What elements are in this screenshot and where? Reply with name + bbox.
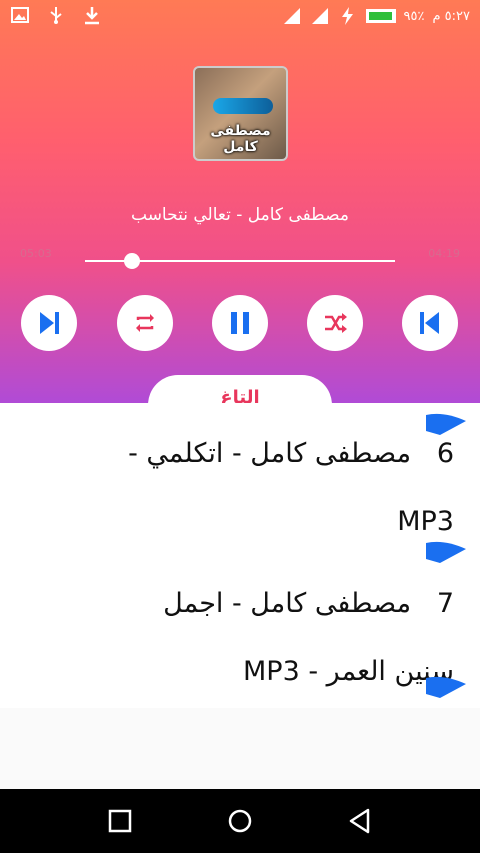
track-number: 7 bbox=[436, 588, 454, 619]
system-navbar bbox=[0, 789, 480, 853]
duration-time: 04:19 bbox=[428, 247, 460, 260]
track-title: مصطفى كامل - اجمل bbox=[163, 588, 412, 619]
recents-icon bbox=[108, 809, 132, 833]
next-button[interactable] bbox=[21, 295, 77, 351]
home-icon bbox=[228, 809, 252, 833]
seek-thumb[interactable] bbox=[123, 253, 140, 269]
home-button[interactable] bbox=[226, 807, 254, 835]
track-title-line1: 7 مصطفى كامل - اجمل bbox=[20, 570, 454, 638]
download-icon bbox=[82, 5, 102, 25]
back-button[interactable] bbox=[346, 807, 374, 835]
play-flag-icon[interactable] bbox=[426, 541, 466, 563]
recents-button[interactable] bbox=[106, 807, 134, 835]
track-title-line2: MP3 bbox=[397, 506, 454, 537]
playlist: 6 مصطفى كامل - اتكلمي - MP3 7 مصطفى كامل… bbox=[0, 403, 480, 708]
battery-icon bbox=[365, 9, 396, 23]
previous-button[interactable] bbox=[402, 295, 458, 351]
battery-percent: ٩٥٪ bbox=[403, 8, 425, 24]
song-title: مصطفى كامل - تعالي نتحاسب bbox=[131, 205, 349, 225]
repeat-icon bbox=[136, 314, 154, 332]
play-flag-icon[interactable] bbox=[426, 676, 466, 698]
track-title: مصطفى كامل - اتكلمي - bbox=[128, 438, 412, 469]
status-left-icons bbox=[10, 5, 102, 25]
sunglasses-graphic bbox=[213, 98, 273, 114]
list-item[interactable]: 7 مصطفى كامل - اجمل سنين العمر - MP3 bbox=[0, 570, 480, 706]
cover-caption: مصطفى كامل bbox=[210, 123, 271, 155]
track-number: 6 bbox=[436, 438, 454, 469]
status-bar: ٩٥٪ ٥:٢٧ م bbox=[0, 0, 480, 34]
list-item[interactable]: 6 مصطفى كامل - اتكلمي - MP3 bbox=[0, 420, 480, 556]
charging-icon bbox=[338, 6, 358, 26]
shuffle-icon bbox=[325, 313, 347, 333]
back-icon bbox=[349, 808, 370, 834]
signal-icon bbox=[282, 6, 302, 26]
status-right: ٩٥٪ ٥:٢٧ م bbox=[282, 6, 470, 26]
image-icon bbox=[10, 5, 30, 25]
tab-playlist[interactable]: التاغ bbox=[148, 375, 332, 403]
album-cover: مصطفى كامل bbox=[193, 66, 288, 161]
track-title-line1: 6 مصطفى كامل - اتكلمي - bbox=[20, 420, 454, 488]
signal-icon bbox=[310, 6, 330, 26]
player-panel: ٩٥٪ ٥:٢٧ م مصطفى كامل مصطفى كامل - تعالي… bbox=[0, 0, 480, 403]
previous-icon bbox=[420, 312, 439, 334]
elapsed-time: 05:03 bbox=[20, 247, 52, 260]
pause-button[interactable] bbox=[212, 295, 268, 351]
pause-icon bbox=[231, 312, 249, 334]
status-time: ٥:٢٧ م bbox=[432, 8, 470, 24]
usb-icon bbox=[46, 5, 66, 25]
track-title-line2: سنين العمر - MP3 bbox=[243, 656, 454, 687]
next-icon bbox=[40, 312, 59, 334]
repeat-button[interactable] bbox=[117, 295, 173, 351]
shuffle-button[interactable] bbox=[307, 295, 363, 351]
